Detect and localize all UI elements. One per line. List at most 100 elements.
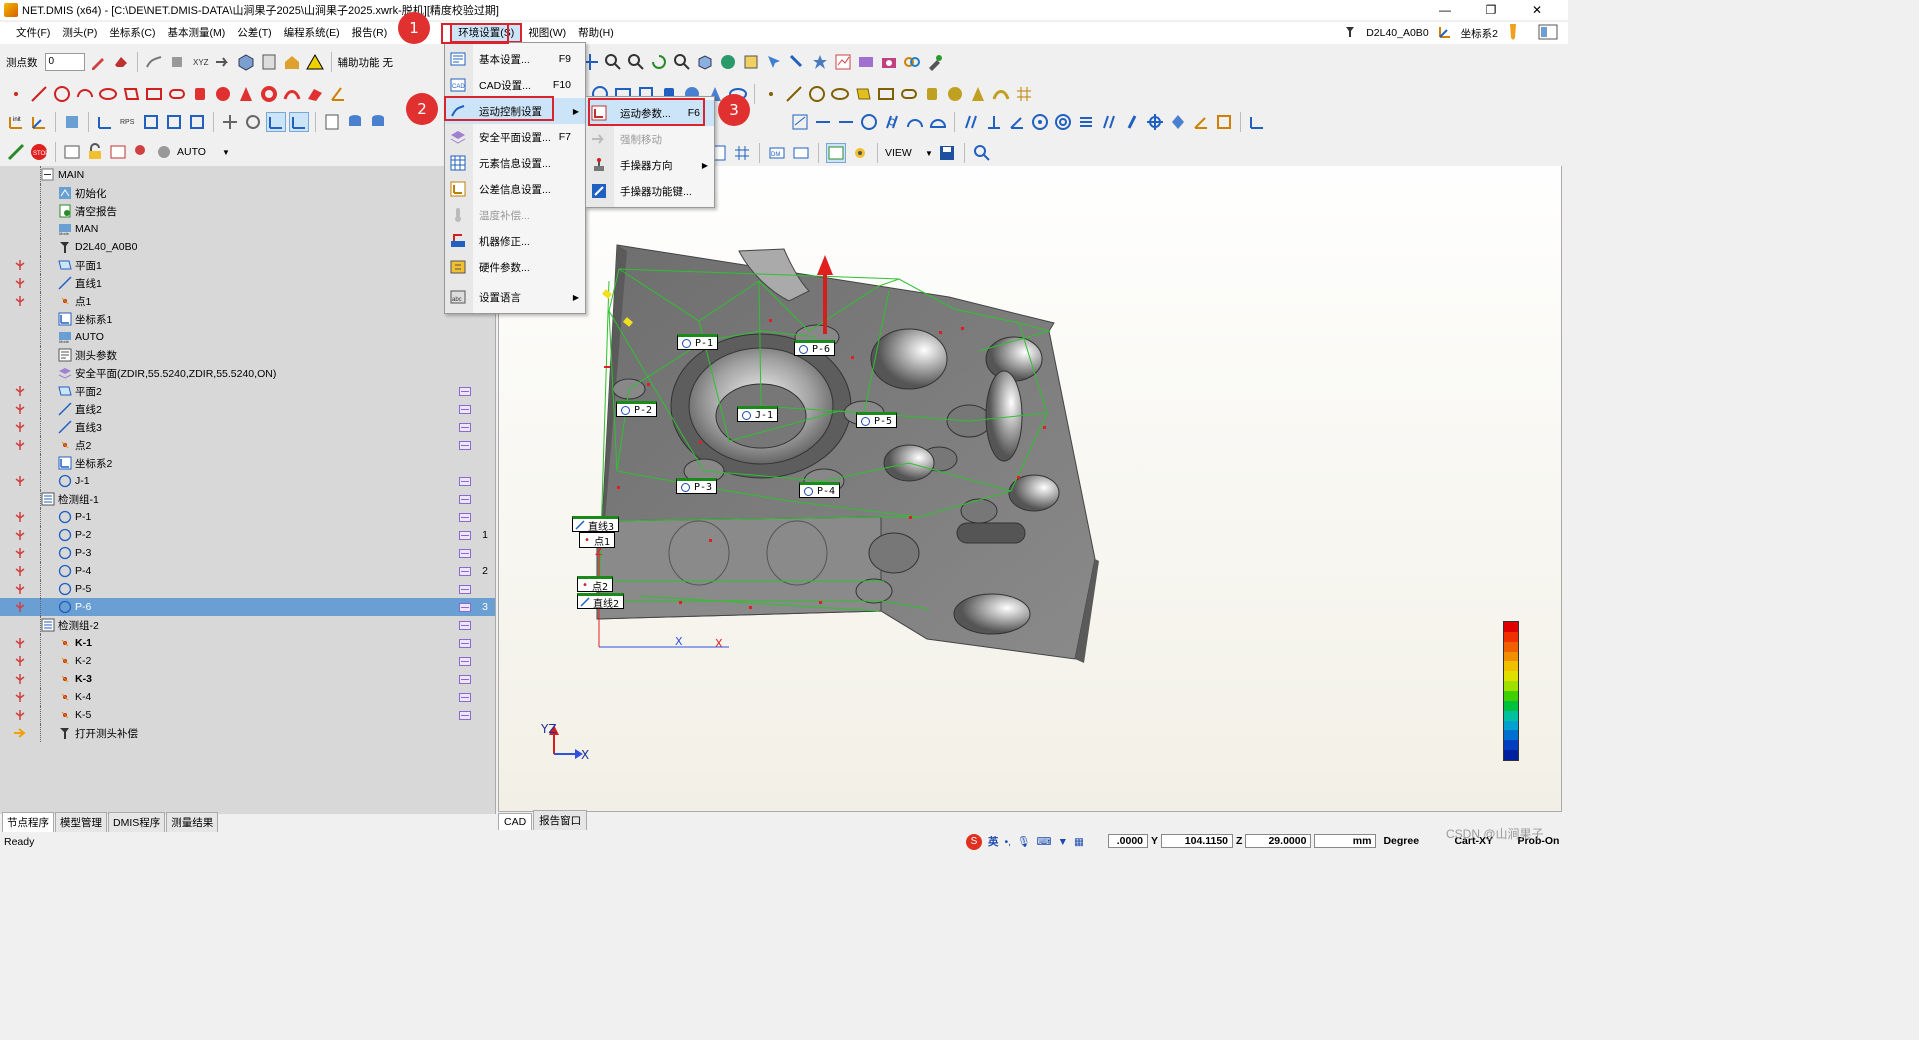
- zoom-out-icon[interactable]: [672, 52, 692, 72]
- tree-row[interactable]: 点1: [0, 292, 495, 310]
- profile-line-icon[interactable]: [905, 112, 925, 132]
- rect-feature-icon[interactable]: [144, 84, 164, 104]
- tree-row[interactable]: 直线1: [0, 274, 495, 292]
- feature-label-point1[interactable]: • 点1: [579, 532, 616, 548]
- menu-item-tolerance-info[interactable]: 公差信息设置...: [445, 176, 585, 202]
- dmis-edit-icon[interactable]: [791, 143, 811, 163]
- feature-label-p5[interactable]: P-5: [856, 412, 898, 428]
- symmetry-icon[interactable]: [1076, 112, 1096, 132]
- box-view-icon[interactable]: [695, 52, 715, 72]
- coord-active2-icon[interactable]: [289, 112, 309, 132]
- ime-logo-icon[interactable]: S: [966, 833, 982, 850]
- coord-active-icon[interactable]: [266, 112, 286, 132]
- report-flag-icon[interactable]: [455, 508, 475, 526]
- curve-feature-icon[interactable]: [282, 84, 302, 104]
- menu-report[interactable]: 报告(R): [346, 23, 394, 43]
- probe-path-icon[interactable]: [144, 52, 164, 72]
- execution-marker-icon[interactable]: [0, 544, 40, 562]
- datum-icon[interactable]: [1214, 112, 1234, 132]
- menu-program[interactable]: 编程系统(E): [278, 23, 346, 43]
- dmis-icon[interactable]: DM: [767, 143, 787, 163]
- execution-marker-icon[interactable]: [0, 634, 40, 652]
- menu-item-basic-settings[interactable]: 基本设置... F9: [445, 46, 585, 72]
- plane-feature-icon[interactable]: [121, 84, 141, 104]
- report-flag-icon[interactable]: [455, 526, 475, 544]
- report-flag-icon[interactable]: [455, 688, 475, 706]
- position-icon[interactable]: [1145, 112, 1165, 132]
- menu-probe[interactable]: 测头(P): [56, 23, 103, 43]
- graph-icon[interactable]: [6, 142, 26, 162]
- coord-rotate-icon[interactable]: [95, 112, 115, 132]
- zoom-in-icon[interactable]: [626, 52, 646, 72]
- star-icon[interactable]: [810, 52, 830, 72]
- settings-gear-icon[interactable]: [850, 143, 870, 163]
- torus-feature-icon[interactable]: [259, 84, 279, 104]
- tree-row[interactable]: 打开测头补偿: [0, 724, 495, 742]
- table-icon[interactable]: [826, 143, 846, 163]
- tree-row[interactable]: K-2: [0, 652, 495, 670]
- surface-feature-icon[interactable]: [305, 84, 325, 104]
- report-flag-icon[interactable]: [455, 634, 475, 652]
- best-fit-icon[interactable]: [243, 112, 263, 132]
- erase-tool-icon[interactable]: [111, 52, 131, 72]
- rotate-icon[interactable]: [649, 52, 669, 72]
- close-button[interactable]: ✕: [1514, 0, 1560, 20]
- keyboard-icon[interactable]: ⌨: [1036, 836, 1051, 848]
- pen-icon[interactable]: [1506, 23, 1530, 44]
- coord-recall-icon[interactable]: [164, 112, 184, 132]
- perpendicularity-icon[interactable]: [984, 112, 1004, 132]
- line-construct-icon[interactable]: [784, 84, 804, 104]
- tree-row[interactable]: 检测组-2: [0, 616, 495, 634]
- feature-label-p2[interactable]: P-2: [616, 401, 658, 417]
- cube-icon[interactable]: [236, 52, 256, 72]
- sphere-icon[interactable]: [718, 52, 738, 72]
- coaxiality-icon[interactable]: [1053, 112, 1073, 132]
- runout-icon[interactable]: [1099, 112, 1119, 132]
- points-count-field[interactable]: 0: [44, 53, 85, 71]
- circle-feature-icon[interactable]: [52, 84, 72, 104]
- pick-icon[interactable]: [787, 52, 807, 72]
- lock-icon[interactable]: [85, 142, 105, 162]
- execution-marker-icon[interactable]: [0, 382, 40, 400]
- cad-viewport[interactable]: X X Z YZ X P-1 P-6 P-2 J-1 P-5 P-3 P-4 直…: [498, 140, 1562, 812]
- tree-row[interactable]: J-1: [0, 472, 495, 490]
- menu-tolerance[interactable]: 公差(T): [231, 23, 277, 43]
- execution-marker-icon[interactable]: [0, 436, 40, 454]
- tree-row[interactable]: 直线3: [0, 418, 495, 436]
- tree-row[interactable]: Mode MAN: [0, 220, 495, 238]
- concentricity-icon[interactable]: [1030, 112, 1050, 132]
- profile-surface-icon[interactable]: [928, 112, 948, 132]
- coord-export-icon[interactable]: [187, 112, 207, 132]
- menu-help[interactable]: 帮助(H): [572, 23, 620, 43]
- grid-menu-icon[interactable]: ▦: [1074, 836, 1084, 848]
- report-flag-icon[interactable]: [455, 562, 475, 580]
- view-select-value[interactable]: VIEW: [885, 147, 921, 159]
- execution-marker-icon[interactable]: [0, 508, 40, 526]
- ime-punct-icon[interactable]: •,: [1005, 836, 1012, 848]
- tree-row[interactable]: 平面1: [0, 256, 495, 274]
- sphere-gray-icon[interactable]: [154, 142, 174, 162]
- menu-item-hardware-params[interactable]: 硬件参数...: [445, 254, 585, 280]
- execution-marker-icon[interactable]: [0, 346, 40, 364]
- ime-lang[interactable]: 英: [988, 834, 999, 849]
- tab-node-program[interactable]: 节点程序: [2, 812, 54, 832]
- feature-label-p1[interactable]: P-1: [677, 334, 719, 350]
- pen-tool-icon[interactable]: [88, 52, 108, 72]
- execution-marker-icon[interactable]: [0, 256, 40, 274]
- coord-transfer-icon[interactable]: [141, 112, 161, 132]
- panel-icon[interactable]: [1538, 23, 1558, 44]
- straightness-icon[interactable]: [836, 112, 856, 132]
- arc-feature-icon[interactable]: [75, 84, 95, 104]
- execution-marker-icon[interactable]: [0, 220, 40, 238]
- execution-marker-icon[interactable]: [0, 724, 40, 742]
- execution-marker-icon[interactable]: [0, 616, 40, 634]
- feature-db-icon[interactable]: [368, 112, 388, 132]
- report-flag-icon[interactable]: [455, 652, 475, 670]
- menu-coord[interactable]: 坐标系(C): [103, 23, 161, 43]
- window-icon[interactable]: [108, 142, 128, 162]
- feature-label-line3[interactable]: 直线3: [572, 516, 620, 533]
- slot-feature-icon[interactable]: [167, 84, 187, 104]
- report-flag-icon[interactable]: [455, 382, 475, 400]
- mode-select-value[interactable]: AUTO: [177, 146, 219, 158]
- menu-item-language[interactable]: abc 设置语言 ▶: [445, 284, 585, 310]
